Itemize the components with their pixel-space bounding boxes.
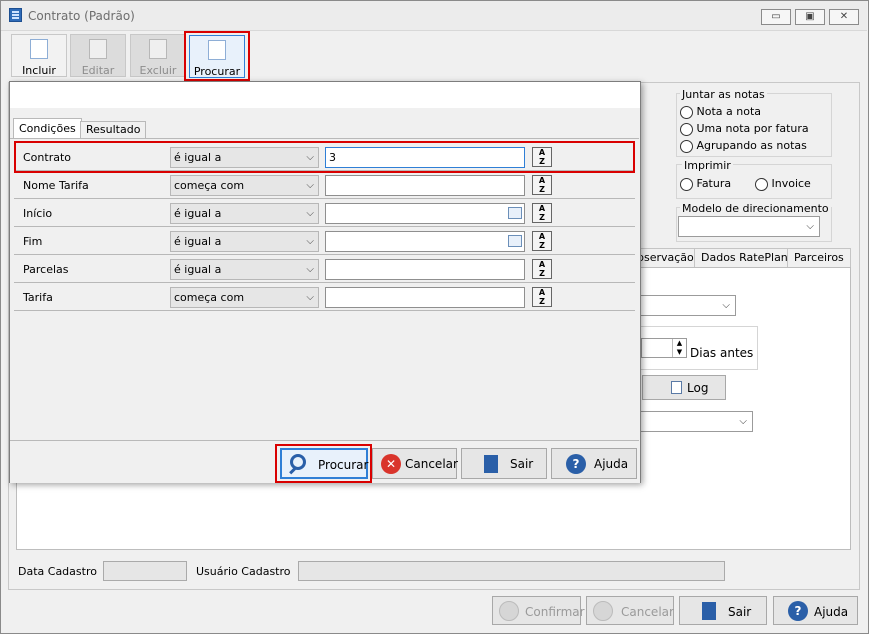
cancel-icon: ✕ — [381, 454, 401, 474]
radio-uma-nota-fatura[interactable]: Uma nota por fatura — [680, 122, 809, 136]
close-button[interactable]: ✕ — [829, 9, 859, 25]
radio-fatura[interactable]: Fatura — [680, 177, 731, 191]
procurar-toolbar-button[interactable]: Procurar — [189, 35, 245, 78]
operator-select[interactable]: começa com ⌵ — [170, 287, 319, 308]
incluir-label: Incluir — [22, 64, 56, 77]
operator-select[interactable]: é igual a ⌵ — [170, 231, 319, 252]
sort-az-icon[interactable]: AZ — [532, 231, 552, 251]
dialog-header — [10, 82, 640, 108]
cancelar-bg-button[interactable]: Cancelar — [586, 596, 674, 625]
contrato-row-highlight — [14, 141, 635, 173]
search-icon-handle — [289, 466, 297, 475]
ajuda-bg-button[interactable]: ? Ajuda — [773, 596, 858, 625]
chevron-down-icon: ⌵ — [722, 300, 730, 311]
data-cadastro-label: Data Cadastro — [18, 565, 97, 578]
procurar-dialog-button[interactable]: Procurar — [280, 448, 368, 479]
excluir-label: Excluir — [139, 64, 177, 77]
condition-label: Nome Tarifa — [23, 179, 89, 192]
excluir-button[interactable]: Excluir — [130, 34, 186, 77]
cancel-icon — [593, 601, 613, 621]
condition-row: Parcelas é igual a ⌵ A Z — [14, 255, 635, 283]
maximize-button[interactable]: ▣ — [795, 9, 825, 25]
chevron-down-icon: ⌵ — [306, 264, 314, 275]
calendar-icon[interactable] — [508, 235, 522, 247]
condition-label: Parcelas — [23, 263, 69, 276]
operator-select[interactable]: é igual a ⌵ — [170, 203, 319, 224]
usuario-cadastro-field — [298, 561, 725, 581]
search-document-icon — [208, 40, 226, 60]
tab-resultado[interactable]: Resultado — [80, 121, 147, 138]
condition-row: Início é igual a ⌵ A Z — [14, 199, 635, 227]
calendar-icon[interactable] — [508, 207, 522, 219]
radio-invoice[interactable]: Invoice — [755, 177, 811, 191]
condition-label: Tarifa — [23, 291, 53, 304]
dias-antes-label: Dias antes — [690, 346, 754, 360]
tab-parceiros[interactable]: Parceiros — [787, 248, 851, 267]
radio-agrupando-notas[interactable]: Agrupando as notas — [680, 139, 807, 153]
help-icon: ? — [566, 454, 586, 474]
chevron-down-icon: ⌵ — [806, 221, 814, 232]
tab-condicoes[interactable]: Condições — [13, 118, 82, 139]
dias-antes-spinner[interactable]: ▲ ▼ — [641, 338, 687, 358]
value-input[interactable] — [325, 259, 525, 280]
delete-document-icon — [149, 39, 167, 59]
value-input[interactable] — [325, 231, 525, 252]
help-icon: ? — [788, 601, 808, 621]
value-input[interactable] — [325, 287, 525, 308]
sort-az-icon[interactable]: AZ — [532, 259, 552, 279]
radio-nota-a-nota[interactable]: Nota a nota — [680, 105, 761, 119]
modelo-title: Modelo de direcionamento — [680, 202, 831, 215]
document-icon — [671, 381, 682, 394]
condition-row: Fim é igual a ⌵ A Z — [14, 227, 635, 255]
procurar-toolbar-label: Procurar — [193, 65, 241, 78]
sair-dialog-button[interactable]: Sair — [461, 448, 547, 479]
condition-label: Fim — [23, 235, 43, 248]
ajuda-dialog-button[interactable]: ? Ajuda — [551, 448, 637, 479]
usuario-cadastro-label: Usuário Cadastro — [196, 565, 291, 578]
exit-door-icon — [702, 602, 716, 620]
bg-select-1[interactable]: ⌵ — [640, 295, 736, 316]
tab-dados-rateplan[interactable]: Dados RatePlan — [694, 248, 795, 267]
check-icon — [499, 601, 519, 621]
modelo-select[interactable]: ⌵ — [678, 216, 820, 237]
app-building-icon — [9, 8, 22, 22]
edit-document-icon — [89, 39, 107, 59]
cancelar-dialog-button[interactable]: ✕ Cancelar — [372, 448, 458, 479]
data-cadastro-field — [103, 561, 187, 581]
chevron-down-icon: ⌵ — [306, 180, 314, 191]
sair-bg-button[interactable]: Sair — [679, 596, 767, 625]
imprimir-title: Imprimir — [682, 159, 733, 172]
value-input[interactable] — [325, 175, 525, 196]
window-title: Contrato (Padrão) — [28, 9, 135, 23]
condition-row: Nome Tarifa começa com ⌵ A Z — [14, 171, 635, 199]
confirmar-button[interactable]: Confirmar — [492, 596, 585, 625]
sort-az-icon[interactable]: AZ — [532, 175, 552, 195]
sort-az-icon[interactable]: AZ — [532, 203, 552, 223]
editar-label: Editar — [81, 64, 115, 77]
operator-select[interactable]: começa com ⌵ — [170, 175, 319, 196]
new-document-icon — [30, 39, 48, 59]
editar-button[interactable]: Editar — [70, 34, 126, 77]
log-button[interactable]: Log — [642, 375, 726, 400]
juntar-notas-title: Juntar as notas — [680, 88, 767, 101]
chevron-down-icon: ⌵ — [306, 292, 314, 303]
condition-label: Início — [23, 207, 53, 220]
minimize-button[interactable]: ▭ — [761, 9, 791, 25]
exit-door-icon — [484, 455, 498, 473]
chevron-down-icon: ⌵ — [306, 236, 314, 247]
value-input[interactable] — [325, 203, 525, 224]
sort-az-icon[interactable]: AZ — [532, 287, 552, 307]
chevron-down-icon: ⌵ — [306, 208, 314, 219]
chevron-down-icon: ⌵ — [739, 416, 747, 427]
incluir-button[interactable]: Incluir — [11, 34, 67, 77]
condition-row: Tarifa começa com ⌵ A Z — [14, 283, 635, 311]
operator-select[interactable]: é igual a ⌵ — [170, 259, 319, 280]
bg-select-2[interactable]: ⌵ — [640, 411, 753, 432]
